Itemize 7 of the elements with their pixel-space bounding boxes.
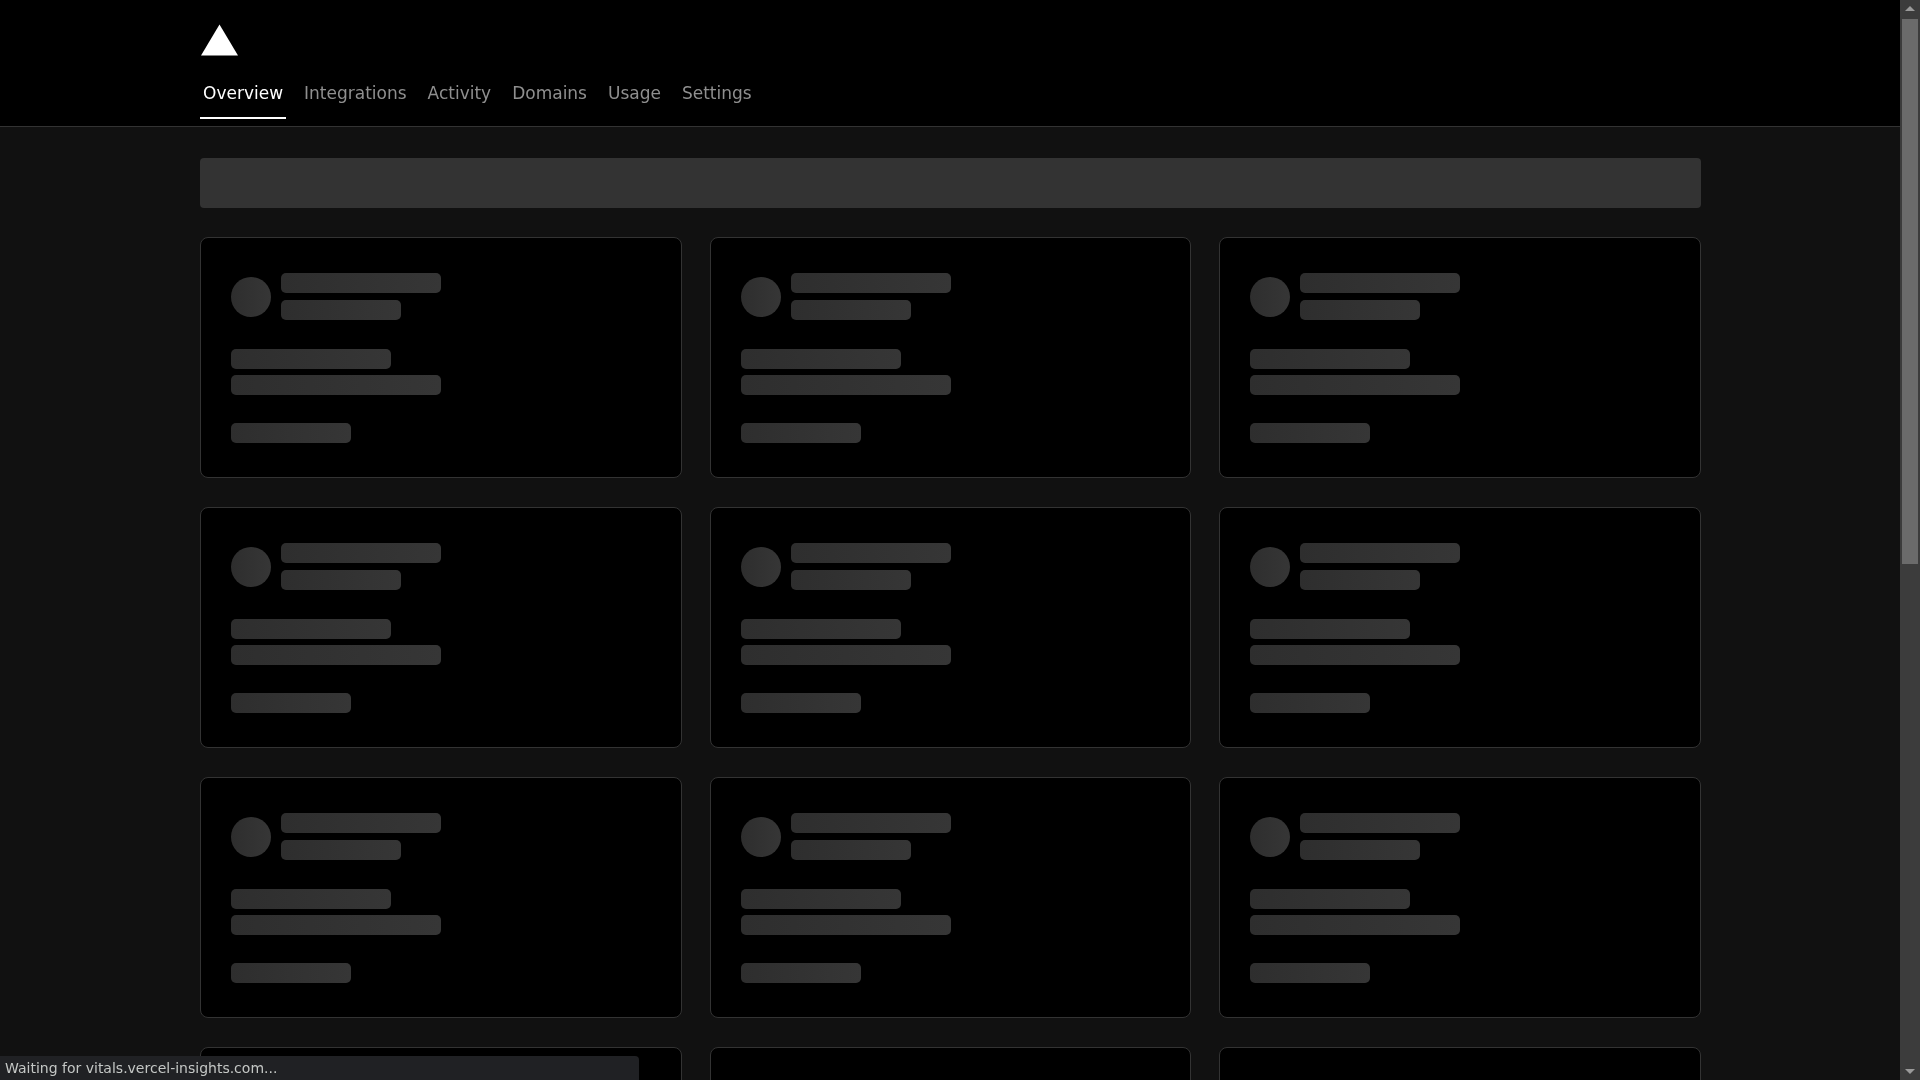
nav-tab[interactable]: Domains: [509, 75, 590, 119]
nav-tab[interactable]: Settings: [678, 75, 755, 119]
nav-tab[interactable]: Activity: [424, 75, 495, 119]
nav-tab[interactable]: Integrations: [301, 75, 410, 119]
nav-tab[interactable]: Usage: [605, 75, 664, 119]
status-bar: Waiting for vitals.vercel-insights.com...: [0, 1056, 639, 1080]
nav-tab[interactable]: Overview: [200, 75, 287, 119]
